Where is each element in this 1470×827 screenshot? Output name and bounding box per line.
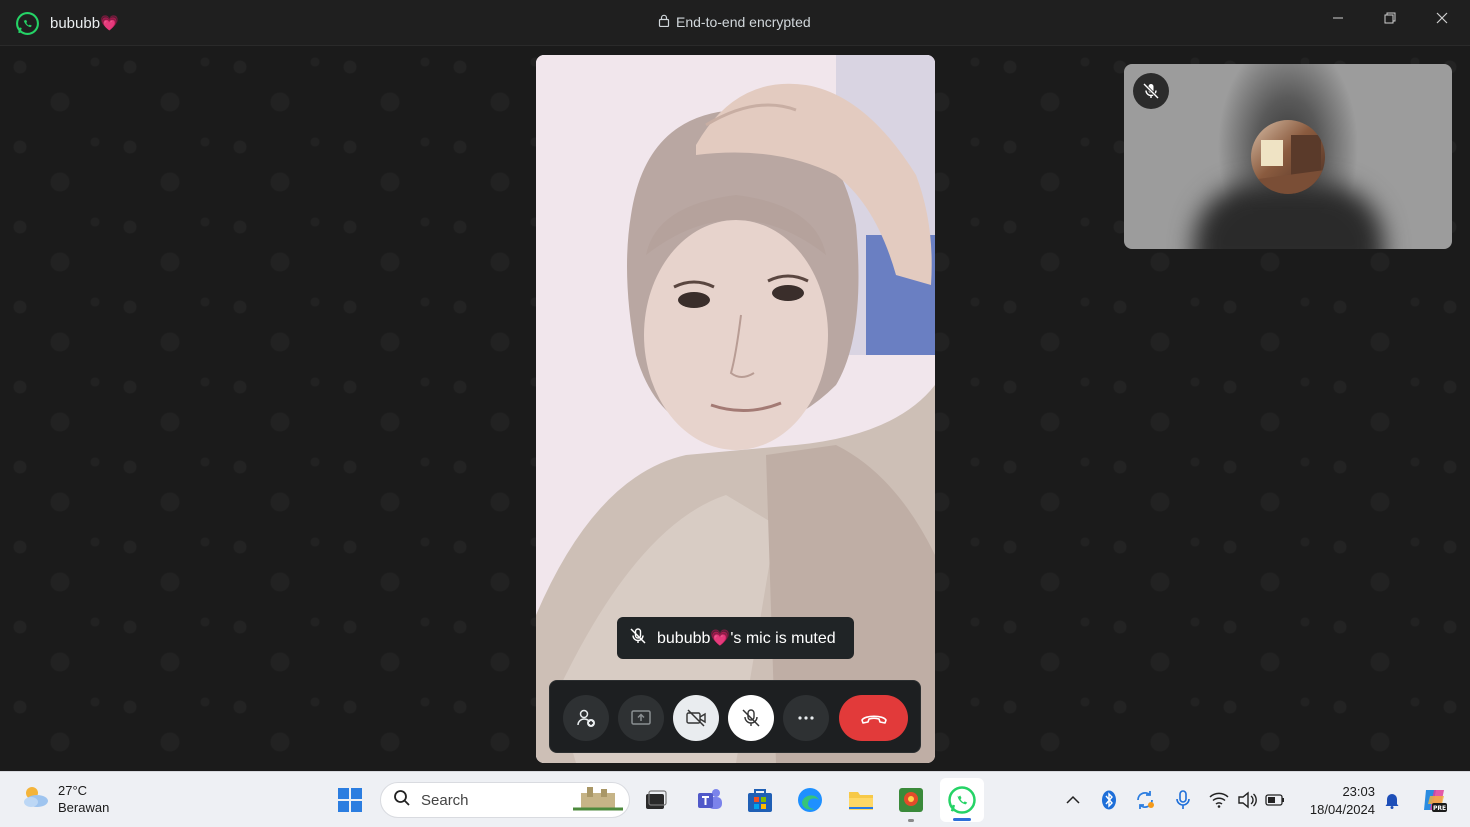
show-hidden-icons-button[interactable] <box>1062 789 1084 811</box>
teams-icon <box>698 789 722 809</box>
weather-description: Berawan <box>58 800 110 815</box>
search-icon <box>393 789 411 811</box>
mic-muted-text: bububb💗's mic is muted <box>657 630 836 647</box>
microphone-tray[interactable] <box>1172 789 1194 811</box>
self-video-preview[interactable] <box>1124 64 1452 249</box>
task-view-button[interactable] <box>641 785 671 815</box>
windows-start-icon <box>338 788 362 812</box>
restore-button[interactable] <box>1364 0 1416 36</box>
search-highlight-icon <box>573 785 623 815</box>
taskbar: 27°C Berawan Search 23:03 18/04/2024 PRE <box>0 771 1470 827</box>
mic-muted-toast: bububb💗's mic is muted <box>617 617 854 659</box>
wifi-tray[interactable] <box>1208 789 1230 811</box>
end-call-icon <box>860 715 887 724</box>
cloudy-weather-icon <box>20 784 50 815</box>
more-options-button[interactable] <box>783 695 829 741</box>
whatsapp-active-indicator <box>953 818 971 821</box>
game-app[interactable] <box>896 785 926 815</box>
more-icon <box>798 716 814 720</box>
game-app-indicator <box>908 819 914 822</box>
sync-icon <box>1137 791 1154 809</box>
self-muted-badge <box>1133 73 1169 109</box>
clock-time: 23:03 <box>1342 784 1375 799</box>
encryption-label: End-to-end encrypted <box>676 14 811 30</box>
weather-temperature: 27°C <box>58 783 88 798</box>
copilot-button[interactable]: PRE <box>1420 786 1448 814</box>
close-button[interactable] <box>1416 0 1468 36</box>
camera-off-icon <box>686 709 706 727</box>
battery-tray[interactable] <box>1264 789 1286 811</box>
encryption-status[interactable]: End-to-end encrypted <box>658 14 811 30</box>
volume-icon <box>1238 791 1257 809</box>
notifications-button[interactable] <box>1381 789 1403 811</box>
chevron-up-icon <box>1066 795 1080 804</box>
add-participant-button[interactable] <box>563 695 609 741</box>
store-app[interactable] <box>745 785 775 815</box>
self-avatar <box>1251 120 1325 194</box>
file-explorer-app[interactable] <box>846 785 876 815</box>
mic-off-icon <box>742 709 760 727</box>
mic-off-icon <box>1142 82 1160 100</box>
minimize-button[interactable] <box>1312 0 1364 36</box>
bell-icon <box>1385 794 1399 809</box>
svg-text:PRE: PRE <box>1433 805 1446 812</box>
mic-off-icon <box>629 627 647 650</box>
end-call-button[interactable] <box>839 695 908 741</box>
whatsapp-icon <box>948 786 976 814</box>
volume-tray[interactable] <box>1236 789 1258 811</box>
microsoft-store-icon <box>748 789 772 812</box>
folder-icon <box>849 792 873 810</box>
add-person-icon <box>577 709 595 727</box>
wifi-icon <box>1209 792 1229 808</box>
edge-icon <box>798 788 822 812</box>
share-screen-icon <box>631 710 651 725</box>
weather-widget[interactable]: 27°C Berawan <box>20 782 109 816</box>
battery-icon <box>1265 794 1284 806</box>
bluetooth-icon <box>1102 790 1116 810</box>
title-bar: bububb💗 End-to-end encrypted <box>0 0 1470 46</box>
task-view-icon <box>646 790 667 809</box>
clock[interactable]: 23:03 18/04/2024 <box>1300 783 1375 819</box>
whatsapp-app[interactable] <box>947 785 977 815</box>
lock-icon <box>658 14 670 30</box>
share-screen-button[interactable] <box>618 695 664 741</box>
clock-date: 18/04/2024 <box>1309 802 1375 817</box>
game-icon <box>899 788 923 812</box>
contact-name: bububb💗 <box>50 15 119 32</box>
bluetooth-tray[interactable] <box>1098 789 1120 811</box>
taskbar-search[interactable]: Search <box>380 782 630 818</box>
edge-app[interactable] <box>795 785 825 815</box>
call-controls-bar <box>549 680 921 753</box>
search-label: Search <box>421 791 469 809</box>
whatsapp-logo-icon <box>15 11 40 36</box>
start-button[interactable] <box>335 785 365 815</box>
camera-toggle-button[interactable] <box>673 695 719 741</box>
teams-app[interactable] <box>695 785 725 815</box>
copilot-icon: PRE <box>1424 790 1447 812</box>
mic-toggle-button[interactable] <box>728 695 774 741</box>
microphone-icon <box>1176 790 1190 809</box>
sync-tray[interactable] <box>1134 789 1156 811</box>
